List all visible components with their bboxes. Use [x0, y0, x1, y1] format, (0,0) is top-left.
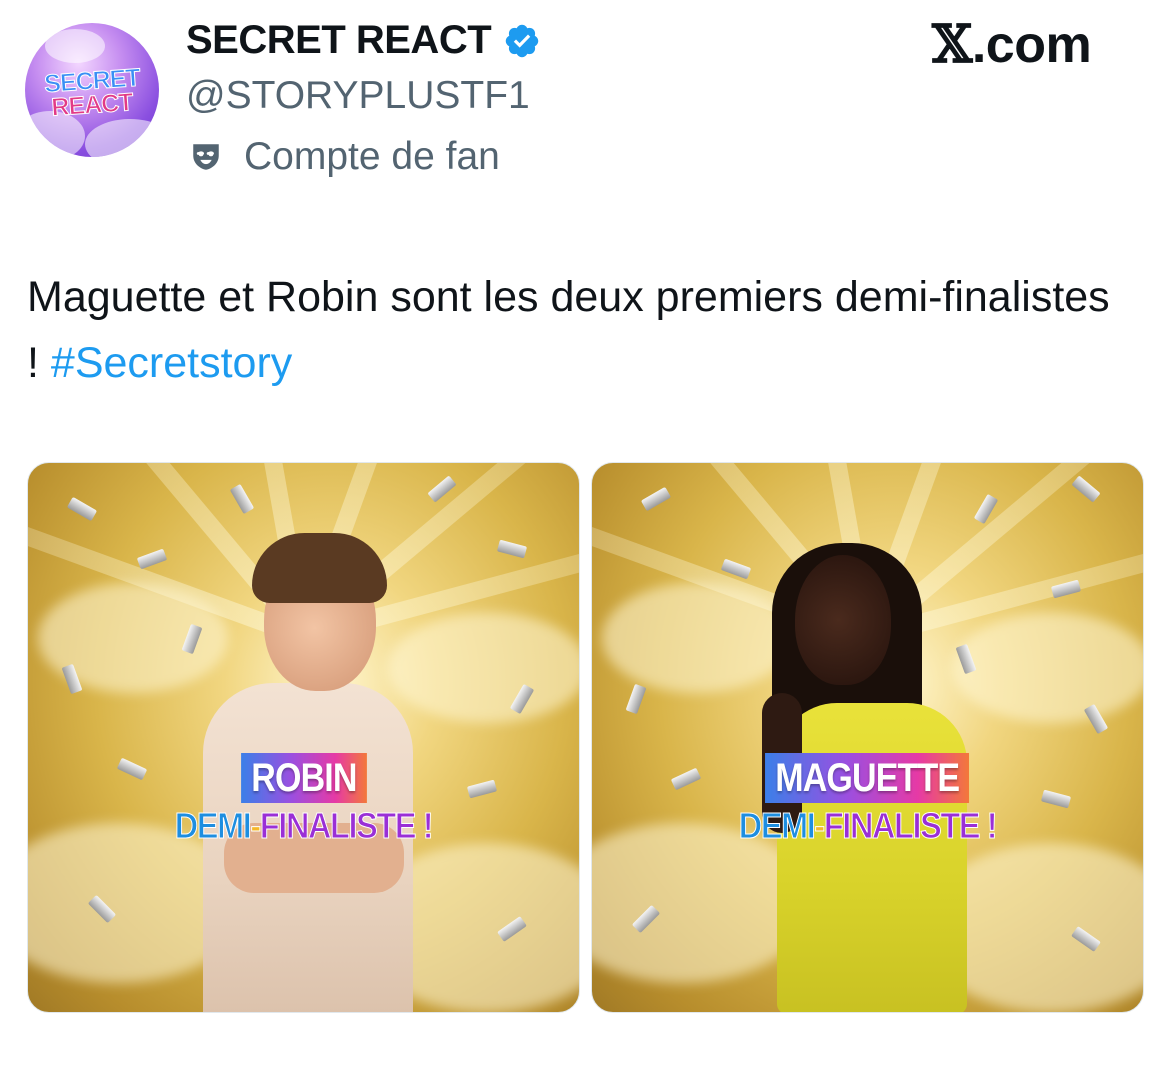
contestant-name: MAGUETTE — [765, 753, 970, 803]
tweet-text: Maguette et Robin sont les deux premiers… — [27, 264, 1127, 396]
display-name[interactable]: SECRET REACT — [186, 18, 492, 63]
demi-word: DEMI — [174, 805, 252, 847]
hashtag-link[interactable]: #Secretstory — [51, 339, 292, 387]
maguette-face — [795, 555, 891, 685]
contestant-name: ROBIN — [240, 753, 367, 803]
profile-avatar[interactable]: SECRET REACT — [25, 23, 159, 157]
account-handle[interactable]: @STORYPLUSTF1 — [186, 74, 530, 118]
media-image-robin[interactable]: ROBIN DEMI-FINALISTE ! — [27, 462, 580, 1013]
dash-glyph: - — [250, 805, 262, 847]
fan-label-text: Compte de fan — [244, 135, 500, 178]
verified-badge-icon — [505, 24, 539, 57]
display-name-row: SECRET REACT — [186, 18, 541, 63]
finaliste-word: FINALISTE ! — [259, 805, 434, 847]
maguette-figure — [777, 703, 967, 1012]
theater-mask-icon — [193, 144, 219, 170]
finaliste-word: FINALISTE ! — [823, 805, 998, 847]
fan-account-label: Compte de fan — [188, 135, 500, 179]
demi-finaliste-label: DEMI-FINALISTE ! — [620, 805, 1116, 847]
media-image-maguette[interactable]: MAGUETTE DEMI-FINALISTE ! — [591, 462, 1144, 1013]
x-com-watermark: 𝕏.com — [932, 14, 1092, 75]
demi-finaliste-label: DEMI-FINALISTE ! — [56, 805, 552, 847]
x-logo-icon: 𝕏 — [932, 14, 972, 75]
dash-glyph: - — [814, 805, 826, 847]
brand-suffix: .com — [971, 16, 1092, 74]
name-banner: MAGUETTE — [592, 753, 1143, 803]
name-banner: ROBIN — [28, 753, 579, 803]
robin-hair — [252, 533, 387, 603]
demi-word: DEMI — [738, 805, 816, 847]
